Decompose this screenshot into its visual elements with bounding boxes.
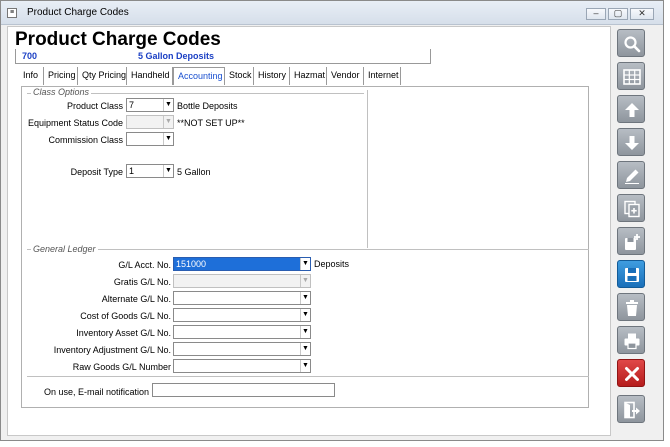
tab-handheld[interactable]: Handheld xyxy=(127,67,173,85)
deposit-type-label: Deposit Type xyxy=(70,167,123,177)
pencil-icon xyxy=(625,169,639,184)
email-notification-label: On use, E-mail notification xyxy=(43,387,149,397)
exit-button[interactable] xyxy=(617,395,645,423)
floppy-disk-icon xyxy=(625,268,639,282)
raw-goods-gl-select[interactable]: ▼ xyxy=(173,359,311,373)
chevron-down-icon: ▼ xyxy=(163,165,173,177)
tab-vendor[interactable]: Vendor xyxy=(327,67,364,85)
print-button[interactable] xyxy=(617,326,645,354)
next-record-button[interactable] xyxy=(617,128,645,156)
tab-pricing[interactable]: Pricing xyxy=(44,67,78,85)
gl-acct-no-label: G/L Acct. No. xyxy=(118,260,171,270)
chevron-down-icon: ▼ xyxy=(300,309,310,321)
chevron-down-icon: ▼ xyxy=(300,326,310,338)
product-class-select[interactable]: 7 ▼ xyxy=(126,98,174,112)
magnifier-icon xyxy=(624,36,641,53)
delete-button[interactable] xyxy=(617,293,645,321)
inventory-asset-gl-select[interactable]: ▼ xyxy=(173,325,311,339)
alternate-gl-label: Alternate G/L No. xyxy=(101,294,171,304)
general-ledger-border xyxy=(27,249,589,250)
cost-of-goods-gl-select[interactable]: ▼ xyxy=(173,308,311,322)
edit-button[interactable] xyxy=(617,161,645,189)
minimize-button[interactable]: – xyxy=(586,8,606,20)
main-window: ≡ Product Charge Codes – ▢ ✕ Product Cha… xyxy=(0,0,664,441)
raw-goods-gl-label: Raw Goods G/L Number xyxy=(72,362,171,372)
x-icon xyxy=(625,367,639,381)
alternate-gl-select[interactable]: ▼ xyxy=(173,291,311,305)
new-record-button[interactable] xyxy=(617,227,645,255)
printer-icon xyxy=(624,333,640,350)
inventory-asset-gl-label: Inventory Asset G/L No. xyxy=(76,328,171,338)
chevron-down-icon: ▼ xyxy=(300,343,310,355)
trash-icon xyxy=(626,300,638,316)
maximize-button[interactable]: ▢ xyxy=(608,8,628,20)
close-button[interactable]: ✕ xyxy=(630,8,654,20)
tab-accounting[interactable]: Accounting xyxy=(173,67,225,85)
equipment-status-label: Equipment Status Code xyxy=(27,118,123,128)
product-class-label: Product Class xyxy=(66,101,123,111)
chevron-down-icon: ▼ xyxy=(163,133,173,145)
search-button[interactable] xyxy=(617,29,645,57)
tab-internet[interactable]: Internet xyxy=(364,67,401,85)
chevron-down-icon: ▼ xyxy=(163,99,173,111)
cancel-button[interactable] xyxy=(617,359,645,387)
page-title: Product Charge Codes xyxy=(15,29,221,50)
exit-door-icon xyxy=(624,401,640,419)
equipment-status-select[interactable]: ▼ xyxy=(126,115,174,129)
record-header: 700 5 Gallon Deposits xyxy=(15,49,431,64)
tab-stock[interactable]: Stock xyxy=(225,67,254,85)
chevron-down-icon: ▼ xyxy=(300,258,310,270)
record-code: 700 xyxy=(22,51,38,61)
general-ledger-title: General Ledger xyxy=(31,244,98,254)
tab-history[interactable]: History xyxy=(254,67,290,85)
tab-info[interactable]: Info xyxy=(19,67,44,85)
group-divider xyxy=(367,90,368,248)
grid-view-button[interactable] xyxy=(617,62,645,90)
save-button[interactable] xyxy=(617,260,645,288)
grid-icon xyxy=(623,69,641,85)
chevron-down-icon: ▼ xyxy=(300,360,310,372)
gl-acct-no-description: Deposits xyxy=(314,259,350,269)
inventory-adjustment-gl-select[interactable]: ▼ xyxy=(173,342,311,356)
gl-acct-no-select[interactable]: 151000 ▼ xyxy=(173,257,311,271)
copy-button[interactable] xyxy=(617,194,645,222)
app-icon: ≡ xyxy=(7,8,17,18)
commission-class-label: Commission Class xyxy=(48,135,123,145)
chevron-down-icon: ▼ xyxy=(300,292,310,304)
window-title: Product Charge Codes xyxy=(27,7,129,18)
cost-of-goods-gl-label: Cost of Goods G/L No. xyxy=(80,311,171,321)
commission-class-select[interactable]: ▼ xyxy=(126,132,174,146)
deposit-type-description: 5 Gallon xyxy=(177,167,211,177)
add-document-icon xyxy=(625,234,640,250)
inventory-adjustment-gl-label: Inventory Adjustment G/L No. xyxy=(53,345,171,355)
email-notification-input[interactable] xyxy=(152,383,335,397)
gratis-gl-label: Gratis G/L No. xyxy=(113,277,171,287)
deposit-type-select[interactable]: 1 ▼ xyxy=(126,164,174,178)
chevron-down-icon: ▼ xyxy=(163,116,173,128)
tab-hazmat[interactable]: Hazmat xyxy=(290,67,327,85)
record-description: 5 Gallon Deposits xyxy=(138,51,215,61)
previous-record-button[interactable] xyxy=(617,95,645,123)
product-class-description: Bottle Deposits xyxy=(177,101,238,111)
title-bar[interactable]: ≡ Product Charge Codes – ▢ ✕ xyxy=(1,1,663,25)
tab-qty-pricing[interactable]: Qty Pricing xyxy=(78,67,127,85)
copy-pages-icon xyxy=(624,200,640,218)
equipment-status-description: **NOT SET UP** xyxy=(177,118,245,128)
arrow-up-icon xyxy=(625,103,639,117)
arrow-down-icon xyxy=(625,136,639,150)
chevron-down-icon: ▼ xyxy=(300,275,310,287)
gratis-gl-select[interactable]: ▼ xyxy=(173,274,311,288)
class-options-title: Class Options xyxy=(31,87,92,97)
general-ledger-bottom-border xyxy=(27,376,589,377)
